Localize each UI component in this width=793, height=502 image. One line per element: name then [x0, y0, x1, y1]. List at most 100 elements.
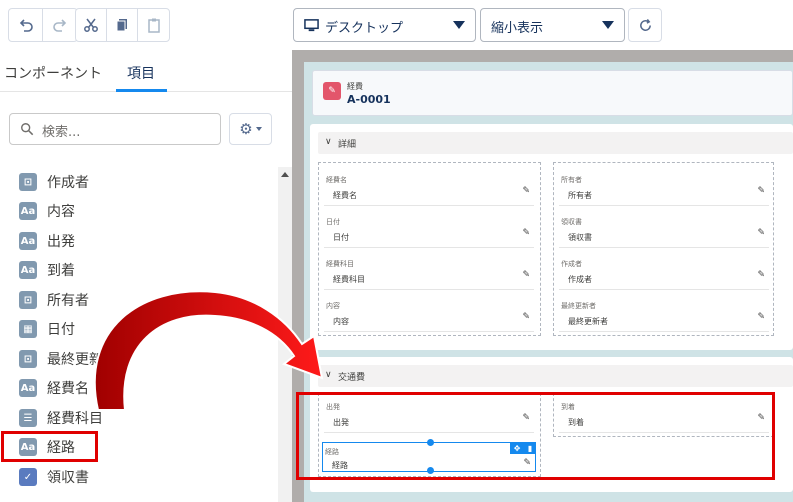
field-item-departure[interactable]: Aa 出発: [19, 230, 75, 252]
redo-icon: [53, 19, 67, 32]
field-label: 作成者: [561, 260, 582, 268]
field-item-label: 到着: [47, 263, 75, 279]
field-value: 日付: [333, 233, 349, 242]
pencil-icon: ✎: [757, 312, 765, 322]
field-underline: [559, 247, 769, 248]
undo-icon: [19, 19, 33, 32]
device-select-value: デスクトップ: [325, 21, 404, 36]
active-tab-indicator: [116, 89, 167, 92]
device-select[interactable]: デスクトップ: [293, 8, 476, 42]
field-label: 経費名: [326, 176, 347, 184]
redo-button[interactable]: [43, 9, 77, 41]
detail-section-header[interactable]: ∨ 詳細: [318, 132, 793, 154]
text-icon: Aa: [19, 202, 37, 220]
field-underline: [324, 205, 534, 206]
builder-toolbar: デスクトップ 縮小表示: [0, 0, 793, 50]
pencil-icon: ✎: [757, 186, 765, 196]
field-last-modified-by[interactable]: 最終更新者 最終更新者 ✎: [559, 301, 769, 341]
field-content[interactable]: 内容 内容 ✎: [324, 301, 534, 341]
field-label: 内容: [326, 302, 340, 310]
field-value: 内容: [333, 317, 349, 326]
field-item-last-modified-by[interactable]: ⊡ 最終更新者: [19, 348, 117, 370]
zoom-select-value: 縮小表示: [491, 21, 544, 36]
field-value: 最終更新者: [568, 317, 608, 326]
field-underline: [324, 331, 534, 332]
record-name: A-0001: [347, 93, 391, 106]
chevron-down-icon: ∨: [325, 370, 332, 380]
paste-button[interactable]: [138, 9, 169, 41]
field-created-by[interactable]: 作成者 作成者 ✎: [559, 259, 769, 299]
expense-object-icon: ✎: [323, 82, 341, 100]
lookup-icon: ⊡: [19, 291, 37, 309]
field-item-label: 最終更新者: [47, 352, 117, 368]
pencil-icon: ✎: [522, 186, 530, 196]
clipboard-icon: [147, 18, 160, 33]
field-item-label: 出発: [47, 234, 75, 250]
field-expense-category[interactable]: 経費科目 経費科目 ✎: [324, 259, 534, 299]
chevron-down-icon: [602, 21, 614, 29]
text-icon: Aa: [19, 232, 37, 250]
record-header[interactable]: ✎ 経費 A-0001: [312, 70, 793, 116]
pencil-icon: ✎: [522, 270, 530, 280]
field-label: 領収書: [561, 218, 582, 226]
field-owner[interactable]: 所有者 所有者 ✎: [559, 175, 769, 215]
calendar-icon: ▦: [19, 320, 37, 338]
history-button-group: [8, 8, 78, 42]
field-label: 最終更新者: [561, 302, 596, 310]
tab-components[interactable]: コンポーネント: [4, 63, 102, 83]
field-date[interactable]: 日付 日付 ✎: [324, 217, 534, 257]
scissors-icon: [84, 18, 98, 32]
transport-section-header[interactable]: ∨ 交通費: [318, 365, 793, 387]
field-label: 経費科目: [326, 260, 354, 268]
field-item-receipt[interactable]: ✓ 領収書: [19, 466, 89, 488]
copy-button[interactable]: [107, 9, 139, 41]
gear-icon: ⚙: [239, 120, 253, 138]
field-value: 所有者: [568, 191, 592, 200]
field-underline: [559, 331, 769, 332]
field-value: 領収書: [568, 233, 592, 242]
field-value: 経費科目: [333, 275, 365, 284]
cut-button[interactable]: [76, 9, 108, 41]
transport-section-highlight: [296, 392, 775, 480]
field-item-expense-category[interactable]: ☰ 経費科目: [19, 407, 103, 429]
search-icon: [21, 123, 34, 136]
field-expense-name[interactable]: 経費名 経費名 ✎: [324, 175, 534, 215]
field-item-content[interactable]: Aa 内容: [19, 200, 75, 222]
copy-icon: [116, 19, 128, 32]
field-item-owner[interactable]: ⊡ 所有者: [19, 289, 89, 311]
detail-right-column: 所有者 所有者 ✎ 領収書 領収書 ✎ 作成者 作成者 ✎ 最終更新者 最終更新…: [553, 162, 774, 336]
field-value: 経費名: [333, 191, 357, 200]
field-item-expense-name[interactable]: Aa 経費名: [19, 377, 89, 399]
field-underline: [324, 289, 534, 290]
field-item-date[interactable]: ▦ 日付: [19, 318, 75, 340]
scroll-up-arrow[interactable]: [281, 172, 289, 177]
field-search-input[interactable]: 検索...: [9, 113, 221, 145]
settings-menu-button[interactable]: ⚙: [229, 113, 272, 145]
desktop-icon: [304, 19, 319, 32]
zoom-select[interactable]: 縮小表示: [480, 8, 625, 42]
tab-fields[interactable]: 項目: [127, 63, 155, 83]
field-item-label: 経費名: [47, 381, 89, 397]
detail-section[interactable]: ∨ 詳細 経費名 経費名 ✎ 日付 日付 ✎ 経費科目 経費科目 ✎ 内容 内容…: [310, 124, 793, 350]
checkbox-icon: ✓: [19, 468, 37, 486]
pencil-icon: ✎: [522, 228, 530, 238]
field-underline: [324, 247, 534, 248]
refresh-button[interactable]: [628, 8, 662, 42]
chevron-down-icon: [453, 21, 465, 29]
field-underline: [559, 289, 769, 290]
field-list-scrollbar[interactable]: [278, 167, 292, 502]
chevron-down-icon: [255, 127, 262, 131]
lookup-icon: ⊡: [19, 350, 37, 368]
panel-tabs: コンポーネント 項目: [0, 50, 292, 92]
field-label: 所有者: [561, 176, 582, 184]
chevron-down-icon: ∨: [325, 137, 332, 147]
field-receipt[interactable]: 領収書 領収書 ✎: [559, 217, 769, 257]
field-item-created-by[interactable]: ⊡ 作成者: [19, 171, 89, 193]
field-item-label: 所有者: [47, 293, 89, 309]
search-placeholder: 検索...: [42, 125, 81, 140]
field-item-label: 内容: [47, 204, 75, 220]
field-item-label: 日付: [47, 322, 75, 338]
picklist-icon: ☰: [19, 409, 37, 427]
field-item-arrival[interactable]: Aa 到着: [19, 259, 75, 281]
undo-button[interactable]: [9, 9, 43, 41]
